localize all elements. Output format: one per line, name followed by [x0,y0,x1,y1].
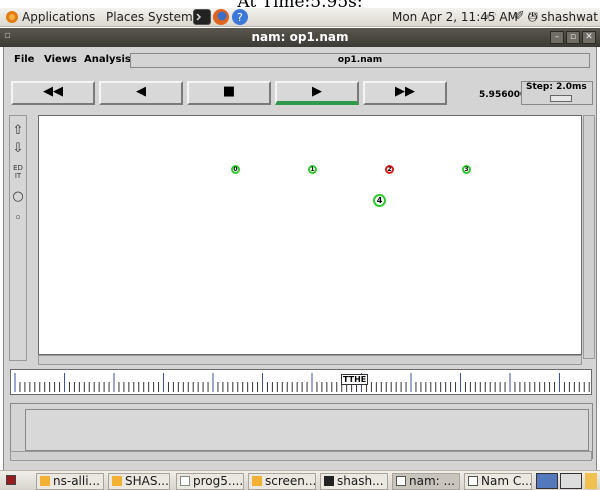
caption-text: At Time:5.95s: [237,0,363,12]
task-shash[interactable]: shash... [320,473,388,490]
svg-text:?: ? [237,11,243,24]
trash-icon[interactable] [585,473,597,489]
minimize-button[interactable]: – [550,31,564,44]
clock[interactable]: Mon Apr 2, 11:45 AM [392,10,518,24]
circle-tool[interactable]: ○ [11,190,25,204]
node-1[interactable]: 1 [308,165,317,174]
canvas-vertical-scrollbar[interactable] [583,115,595,359]
back-button[interactable]: ◀ [99,81,183,105]
step-control[interactable]: Step: 2.0ms [521,81,593,105]
network-canvas[interactable]: 0 1 2 3 4 [38,115,582,355]
applications-menu[interactable]: Applications [22,10,95,24]
small-circle-tool[interactable]: ◦ [11,212,25,226]
playback-controls: ◀◀ ◀ ■ ▶ ▶▶ 5.956000 Step: 2.0ms [9,79,593,109]
canvas-horizontal-scrollbar[interactable] [38,355,582,365]
step-label: Step: 2.0ms [526,82,587,92]
show-desktop-icon[interactable] [6,475,16,485]
nam-window: File Views Analysis op1.nam ◀◀ ◀ ■ ▶ ▶▶ … [3,47,597,477]
top-panel: Applications Places System ? ◂ ⁿ ✐ ✉ Mon… [0,8,600,27]
play-button[interactable]: ▶ [275,81,359,105]
tool-panel: ⇧ ⇩ ED IT ○ ◦ [9,115,27,361]
filename-display: op1.nam [130,53,590,68]
menubar: File Views Analysis op1.nam [10,51,592,71]
node-3[interactable]: 3 [462,165,471,174]
workspace-2[interactable] [560,473,582,489]
timeline-marker[interactable]: TTHE [341,374,369,385]
node-0[interactable]: 0 [231,165,240,174]
node-4[interactable]: 4 [373,194,386,207]
applications-icon[interactable] [4,9,22,25]
close-button[interactable]: ✕ [582,31,596,44]
window-titlebar[interactable]: ▫ nam: op1.nam – ▫ ✕ [0,28,600,47]
views-menu[interactable]: Views [44,54,77,65]
taskbar: ns-alli... SHAS... prog5.... screen... s… [0,470,600,490]
task-screen[interactable]: screen... [248,473,316,490]
terminal-icon[interactable] [193,9,211,25]
edit-tool[interactable]: ED IT [11,164,25,182]
user-name[interactable]: shashwat [541,10,598,24]
timeline-ticks [14,373,590,392]
task-prog5[interactable]: prog5.... [176,473,244,490]
firefox-icon[interactable] [212,8,230,25]
stop-button[interactable]: ■ [187,81,271,105]
fast-forward-button[interactable]: ▶▶ [363,81,447,105]
timeline-slider[interactable]: TTHE [10,369,592,395]
task-nam[interactable]: nam: ... [392,473,460,490]
window-title: nam: op1.nam [251,30,349,44]
node-2[interactable]: 2 [385,165,394,174]
annotation-list[interactable] [25,409,589,451]
rewind-button[interactable]: ◀◀ [11,81,95,105]
maximize-button[interactable]: ▫ [566,31,580,44]
places-menu[interactable]: Places [106,10,144,24]
zoom-out-tool[interactable]: ⇩ [11,142,25,156]
file-menu[interactable]: File [14,54,34,65]
system-menu[interactable]: System [148,10,193,24]
zoom-in-tool[interactable]: ⇧ [11,124,25,138]
panel-right: Mon Apr 2, 11:45 AM ⏻ shashwat [392,10,598,25]
task-nam-console[interactable]: Nam C... [464,473,532,490]
step-slider[interactable] [550,95,572,102]
help-icon[interactable]: ? [231,8,249,25]
power-icon[interactable]: ⏻ [528,10,538,24]
task-shas[interactable]: SHAS... [108,473,170,490]
task-ns-alli[interactable]: ns-alli... [36,473,104,490]
time-readout: 5.956000 [479,90,527,100]
annotation-scrollbar[interactable] [10,451,592,461]
workspace-switcher[interactable] [536,473,558,489]
analysis-menu[interactable]: Analysis [84,54,131,65]
